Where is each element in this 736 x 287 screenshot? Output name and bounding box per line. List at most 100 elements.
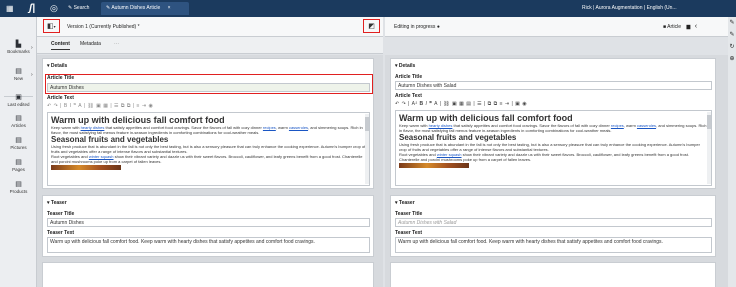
sidebar: ▙ Bookmarks › ▤ New › ▣ Last edited ▤ Ar… [0,17,37,287]
sidebar-item-bookmarks[interactable]: ▙ Bookmarks › [0,41,37,54]
content-tabs: Content Metadata ··· [37,37,383,54]
font-icon[interactable]: A [78,103,82,109]
undo-icon[interactable]: ↶ [395,101,400,107]
align-icon[interactable]: ≡ [500,101,503,107]
teaser-title-label: Teaser Title [47,211,75,217]
help-icon[interactable]: ◉ [148,103,153,109]
tab-search[interactable]: ✎ Search [63,2,94,15]
font-icon[interactable]: A [434,101,438,107]
teaser-title-field[interactable]: Autumn Dishes [47,218,370,227]
link-casseroles[interactable]: casseroles [637,123,656,128]
link-recipes[interactable]: recipes [263,125,276,130]
undo-icon[interactable]: ↶ [47,103,52,109]
editing-status: Editing in progress ● [394,24,440,30]
article-title-field[interactable]: Autumn Dishes [47,83,370,92]
scrollbar-thumb[interactable] [365,117,369,131]
chevron-left-icon[interactable]: ‹ [695,23,697,30]
editor-scrollbar[interactable] [365,114,369,184]
pencil-icon: ✎ [106,5,111,11]
article-type: ■ Article ▆ ‹ [663,23,697,30]
image-icon[interactable]: ▣ [452,101,457,107]
tab-autumn-dishes-article[interactable]: ✎ Autumn Dishes Article × [101,2,189,15]
list-icon[interactable]: ☰ [114,103,119,109]
next-card [42,262,374,287]
comment-icon[interactable]: ▆ [686,24,690,30]
align-icon[interactable]: ≡ [137,103,140,109]
link-casseroles[interactable]: casseroles [289,125,308,130]
details-header[interactable]: ▾ Details [395,63,415,69]
article-title-label: Article Title [395,74,423,80]
sidebar-item-new[interactable]: ▤ New › [0,68,37,81]
compass-icon[interactable]: ◎ [50,3,58,13]
tab-content[interactable]: Content [51,40,70,50]
more-icon[interactable]: ··· [114,40,119,49]
chevron-right-icon: › [31,72,33,78]
indent-icon[interactable]: ⇥ [142,103,147,109]
user-menu[interactable]: Rick | Aurora Augmentation | English (Un… [582,0,677,17]
list-icon[interactable]: ☰ [477,101,482,107]
teaser-title-field[interactable]: Autumn Dishes with Salad [395,218,712,227]
tab-metadata[interactable]: Metadata [80,40,101,49]
globe-icon[interactable]: ⊕ [728,53,736,65]
italic-icon[interactable]: I [70,103,72,109]
version-selector[interactable]: ◧▾ [43,19,60,33]
embed-icon[interactable]: ▤ [466,101,471,107]
chevron-down-icon: ▾ [47,63,50,69]
scrollbar-thumb[interactable] [707,115,711,129]
close-icon[interactable]: × [168,5,171,11]
article-title-field[interactable]: Autumn Dishes with Salad [395,81,712,90]
right-pane: ▾ Details Article Title Autumn Dishes wi… [385,55,728,287]
version-bar-right: Editing in progress ● ■ Article ▆ ‹ [385,17,728,37]
editor-scrollbar[interactable] [707,112,711,184]
pencil-icon[interactable]: ✎ [728,17,736,29]
teaser-text-field[interactable]: Warm up with delicious fall comfort food… [47,237,370,253]
help-icon[interactable]: ● [437,24,440,30]
compare-toggle-button[interactable]: ◩ [363,19,380,33]
copy-icon[interactable]: ⧉ [488,101,492,107]
layout-icon: ◧ [47,23,54,30]
article-text-editor[interactable]: Warm up with delicious fall comfort food… [47,112,370,186]
teaser-text-field[interactable]: Warm up with delicious fall comfort food… [395,237,712,253]
body-paragraph-3: Root vegetables and winter squash show t… [399,152,689,162]
quote-icon[interactable]: ❞ [73,103,76,109]
teaser-header[interactable]: ▾ Teaser [395,200,415,206]
body-paragraph-3: Root vegetables and winter squash show t… [51,154,363,164]
pencil-icon[interactable]: ✎ [728,29,736,41]
indent-icon[interactable]: ⇥ [505,101,510,107]
article-text-editor[interactable]: Warm up with delicious fall comfort food… [395,110,712,186]
body-heading-2: Seasonal fruits and vegetables [399,133,517,142]
quote-icon[interactable]: ❞ [429,101,432,107]
link-recipes[interactable]: recipes [611,123,624,128]
sidebar-item-articles[interactable]: ▤ Articles [0,115,37,128]
link-icon[interactable]: ⛓ [87,103,94,109]
table-icon[interactable]: ▦ [103,103,108,109]
sidebar-item-pages[interactable]: ▤ Pages [0,159,37,172]
image-icon[interactable]: ▣ [96,103,101,109]
help-icon[interactable]: ◉ [522,101,527,107]
copy-icon[interactable]: ⧉ [121,103,125,109]
refresh-icon[interactable]: ↻ [728,41,736,53]
sidebar-item-label: Pages [12,167,25,172]
chevron-down-icon: ▾ [395,63,398,69]
teaser-header[interactable]: ▾ Teaser [47,200,67,206]
bold-icon[interactable]: B [420,101,424,107]
redo-icon[interactable]: ↷ [402,101,407,107]
paste-icon[interactable]: ⧉ [127,103,131,109]
paste-icon[interactable]: ⧉ [494,101,498,107]
article-type-label: Article [667,24,682,30]
format-icon[interactable]: A² [412,101,418,107]
redo-icon[interactable]: ↷ [54,103,59,109]
app-grid-icon[interactable]: ▦ [6,4,14,13]
sidebar-item-last-edited[interactable]: ▣ Last edited [0,94,37,107]
chevron-down-icon: ▾ [53,24,56,29]
sidebar-item-products[interactable]: ▤ Products [0,181,37,194]
link-icon[interactable]: ⛓ [443,101,450,107]
embed-block-icon[interactable]: ▣ [515,101,520,107]
details-header[interactable]: ▾ Details [47,63,67,69]
teaser-text-label: Teaser Text [47,230,75,236]
sidebar-item-pictures[interactable]: ▤ Pictures [0,137,37,150]
table-icon[interactable]: ▦ [459,101,464,107]
italic-icon[interactable]: I [426,101,428,107]
bold-icon[interactable]: B [64,103,68,109]
article-text-label: Article Text [47,95,74,101]
